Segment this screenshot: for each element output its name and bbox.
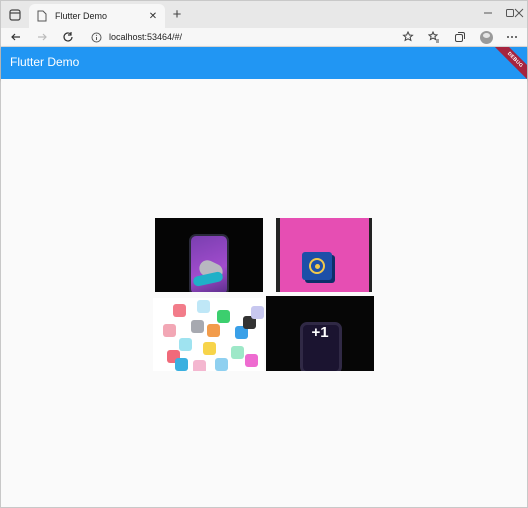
app-bar: Flutter Demo DEBUG [1, 47, 527, 79]
address-bar[interactable]: localhost:53464/#/ [89, 29, 409, 45]
add-favorite-icon[interactable] [399, 29, 417, 45]
close-window-icon[interactable] [511, 5, 527, 21]
collections-icon[interactable] [451, 29, 469, 45]
tab-close-icon[interactable]: ✕ [147, 10, 159, 22]
debug-banner: DEBUG [493, 47, 527, 79]
tab-strip: Flutter Demo ✕ + [1, 1, 527, 28]
favorites-icon[interactable] [425, 29, 443, 45]
app-title: Flutter Demo [10, 55, 80, 69]
back-arrow-icon[interactable] [7, 29, 25, 45]
maximize-icon[interactable] [479, 5, 501, 21]
page-icon [35, 9, 49, 23]
new-tab-button[interactable]: + [169, 7, 185, 23]
tab-actions-icon[interactable] [5, 5, 25, 25]
gallery-image-target-cube[interactable] [276, 218, 372, 292]
address-toolbar: localhost:53464/#/ [1, 28, 527, 47]
browser-window: Flutter Demo ✕ + localhost:53464/#/ Flut… [0, 0, 528, 508]
more-count-label: +1 [311, 324, 329, 341]
profile-avatar-icon[interactable] [477, 29, 495, 45]
page-content: +1 [1, 79, 527, 507]
refresh-icon[interactable] [59, 29, 77, 45]
gallery-image-app-icons[interactable] [153, 298, 264, 371]
tab-title: Flutter Demo [55, 11, 108, 21]
gallery-image-phone-more[interactable]: +1 [266, 296, 374, 371]
url-text: localhost:53464/#/ [109, 32, 183, 42]
more-options-icon[interactable] [503, 29, 521, 45]
browser-tab[interactable]: Flutter Demo ✕ [29, 4, 165, 28]
forward-arrow-icon[interactable] [33, 29, 51, 45]
gallery-image-earbuds[interactable] [155, 218, 263, 292]
site-info-icon[interactable] [89, 30, 103, 44]
